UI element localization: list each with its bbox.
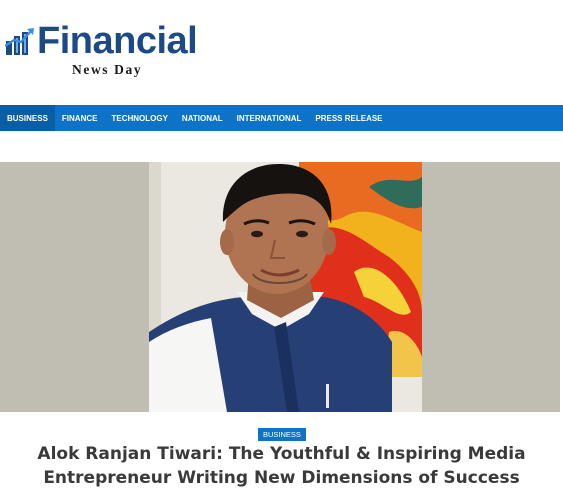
nav-item-business[interactable]: BUSINESS bbox=[0, 105, 55, 131]
nav-item-technology[interactable]: TECHNOLOGY bbox=[104, 105, 174, 131]
site-logo[interactable]: Financial News Day bbox=[5, 20, 200, 80]
portrait-illustration bbox=[149, 162, 422, 412]
main-navigation: BUSINESS FINANCE TECHNOLOGY NATIONAL INT… bbox=[0, 105, 563, 131]
category-badge[interactable]: BUSINESS bbox=[258, 428, 306, 441]
article-headline[interactable]: Alok Ranjan Tiwari: The Youthful & Inspi… bbox=[20, 442, 543, 488]
logo-tagline: News Day bbox=[72, 62, 143, 77]
nav-item-international[interactable]: INTERNATIONAL bbox=[230, 105, 309, 131]
nav-item-national[interactable]: NATIONAL bbox=[175, 105, 230, 131]
nav-item-press-release[interactable]: PRESS RELEASE bbox=[308, 105, 389, 131]
logo-wordmark: Financial bbox=[37, 20, 198, 62]
hero-image-banner[interactable] bbox=[0, 162, 560, 412]
nav-item-finance[interactable]: FINANCE bbox=[55, 105, 105, 131]
article-featured-photo bbox=[149, 162, 422, 412]
bar-chart-logo-icon bbox=[5, 28, 34, 55]
